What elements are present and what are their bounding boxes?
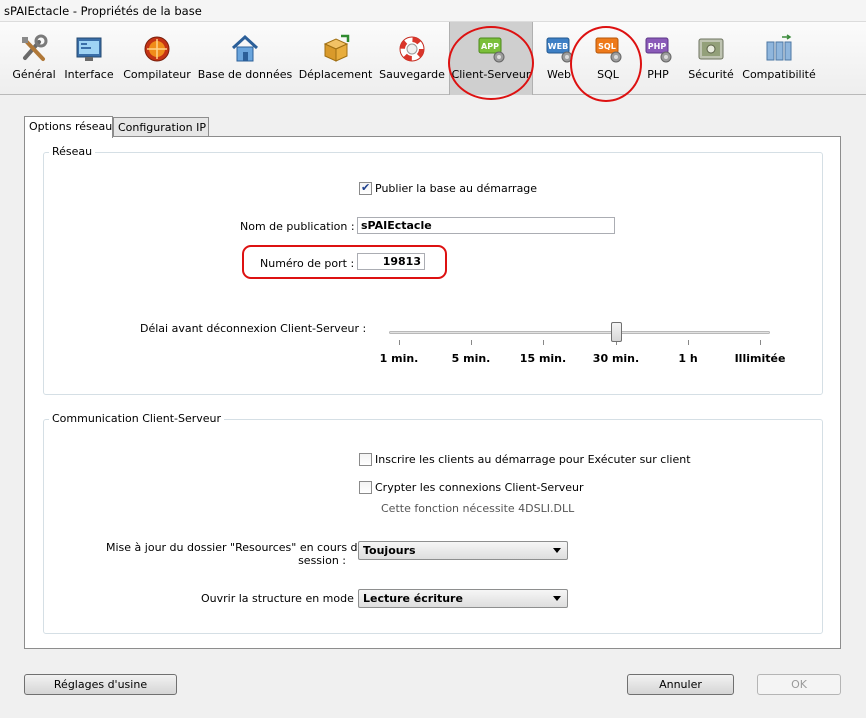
toolbar-label-web: Web	[547, 68, 571, 81]
web-icon: WEB	[546, 37, 573, 63]
slider-tick	[471, 340, 472, 345]
title-bar: sPAIEctacle - Propriétés de la base	[0, 0, 866, 22]
publication-name-label: Nom de publication :	[240, 220, 355, 233]
slider-tick-label: 1 min.	[379, 352, 419, 365]
port-label: Numéro de port :	[260, 257, 355, 270]
toolbar-item-base-de-donnees[interactable]: Base de données	[197, 22, 293, 95]
encrypt-connections-checkbox[interactable]	[359, 481, 372, 494]
preferences-toolbar: Général Interface Compilateur Base de do…	[0, 22, 866, 102]
resources-label-line1: Mise à jour du dossier "Resources" en co…	[106, 541, 365, 554]
chevron-down-icon	[553, 548, 561, 553]
resources-select-value: Toujours	[363, 544, 416, 557]
slider-tick-label: 30 min.	[592, 352, 640, 365]
slider-tick-label: Illimitée	[734, 352, 786, 365]
toolbar-label-sauvegarde: Sauvegarde	[379, 68, 445, 81]
toolbar-label-securite: Sécurité	[688, 68, 734, 81]
php-icon: PHP	[645, 37, 672, 63]
toolbar-label-interface: Interface	[64, 68, 114, 81]
group-title-communication: Communication Client-Serveur	[49, 412, 225, 425]
slider-tick-label: 5 min.	[451, 352, 491, 365]
toolbar-label-sql: SQL	[597, 68, 619, 81]
toolbar-label-base-de-donnees: Base de données	[197, 68, 293, 81]
timeout-slider-thumb[interactable]	[611, 322, 622, 342]
publish-checkbox[interactable]	[359, 181, 372, 195]
toolbar-label-deplacement: Déplacement	[298, 68, 373, 81]
compatibility-icon	[766, 34, 792, 61]
slider-tick-label: 1 h	[678, 352, 698, 365]
tools-icon	[22, 34, 48, 61]
toolbar-label-client-serveur: Client-Serveur	[451, 68, 531, 81]
compiler-icon	[144, 36, 170, 62]
tab-options-reseau[interactable]: Options réseau	[24, 116, 113, 138]
toolbar-item-deplacement[interactable]: Déplacement	[298, 22, 373, 95]
security-safe-icon	[698, 38, 724, 60]
factory-settings-button[interactable]: Réglages d'usine	[24, 674, 177, 695]
timeout-label: Délai avant déconnexion Client-Serveur :	[140, 322, 367, 335]
toolbar-label-compatibilite: Compatibilité	[742, 68, 816, 81]
encrypt-note: Cette fonction nécessite 4DSLI.DLL	[381, 502, 575, 515]
toolbar-item-interface[interactable]: Interface	[62, 22, 116, 95]
register-clients-label: Inscrire les clients au démarrage pour E…	[375, 453, 691, 466]
structure-mode-value: Lecture écriture	[363, 592, 463, 605]
toolbar-label-compilateur: Compilateur	[123, 68, 191, 81]
toolbar-item-compilateur[interactable]: Compilateur	[122, 22, 192, 95]
register-clients-checkbox[interactable]	[359, 453, 372, 466]
svg-text:APP: APP	[481, 42, 499, 51]
lifebuoy-icon	[399, 36, 425, 62]
toolbar-item-php[interactable]: PHP PHP	[638, 22, 678, 95]
toolbar-label-php: PHP	[647, 68, 669, 81]
chevron-down-icon	[553, 596, 561, 601]
structure-mode-select[interactable]: Lecture écriture	[358, 589, 568, 608]
app-server-icon: APP	[478, 37, 505, 63]
sql-icon: SQL	[595, 37, 622, 63]
resources-label-line2: session :	[298, 554, 346, 567]
slider-tick-label: 15 min.	[519, 352, 567, 365]
ok-button[interactable]: OK	[757, 674, 841, 695]
window-title: sPAIEctacle - Propriétés de la base	[4, 4, 202, 18]
group-title-reseau: Réseau	[49, 145, 96, 158]
svg-text:SQL: SQL	[598, 42, 616, 51]
slider-tick	[688, 340, 689, 345]
toolbar-item-web[interactable]: WEB Web	[538, 22, 580, 95]
database-house-icon	[231, 34, 259, 62]
move-box-icon	[323, 34, 349, 62]
interface-icon	[76, 37, 102, 61]
publication-name-input[interactable]: sPAIEctacle	[357, 217, 615, 234]
svg-text:WEB: WEB	[548, 42, 568, 51]
svg-text:PHP: PHP	[648, 42, 667, 51]
slider-tick	[760, 340, 761, 345]
timeout-slider-track[interactable]	[389, 331, 770, 334]
resources-select[interactable]: Toujours	[358, 541, 568, 560]
toolbar-item-securite[interactable]: Sécurité	[686, 22, 736, 95]
slider-tick	[399, 340, 400, 345]
toolbar-item-compatibilite[interactable]: Compatibilité	[742, 22, 816, 95]
toolbar-item-client-serveur[interactable]: APP Client-Serveur	[449, 22, 533, 95]
toolbar-item-general[interactable]: Général	[8, 22, 60, 95]
encrypt-connections-label: Crypter les connexions Client-Serveur	[375, 481, 584, 494]
toolbar-item-sql[interactable]: SQL SQL	[584, 22, 632, 95]
port-input[interactable]: 19813	[357, 253, 425, 270]
structure-mode-label: Ouvrir la structure en mode :	[201, 592, 362, 605]
slider-tick	[543, 340, 544, 345]
publish-label: Publier la base au démarrage	[375, 182, 538, 195]
tab-configuration-ip[interactable]: Configuration IP	[113, 117, 209, 138]
toolbar-label-general: Général	[12, 68, 56, 81]
toolbar-item-sauvegarde[interactable]: Sauvegarde	[378, 22, 446, 95]
cancel-button[interactable]: Annuler	[627, 674, 734, 695]
